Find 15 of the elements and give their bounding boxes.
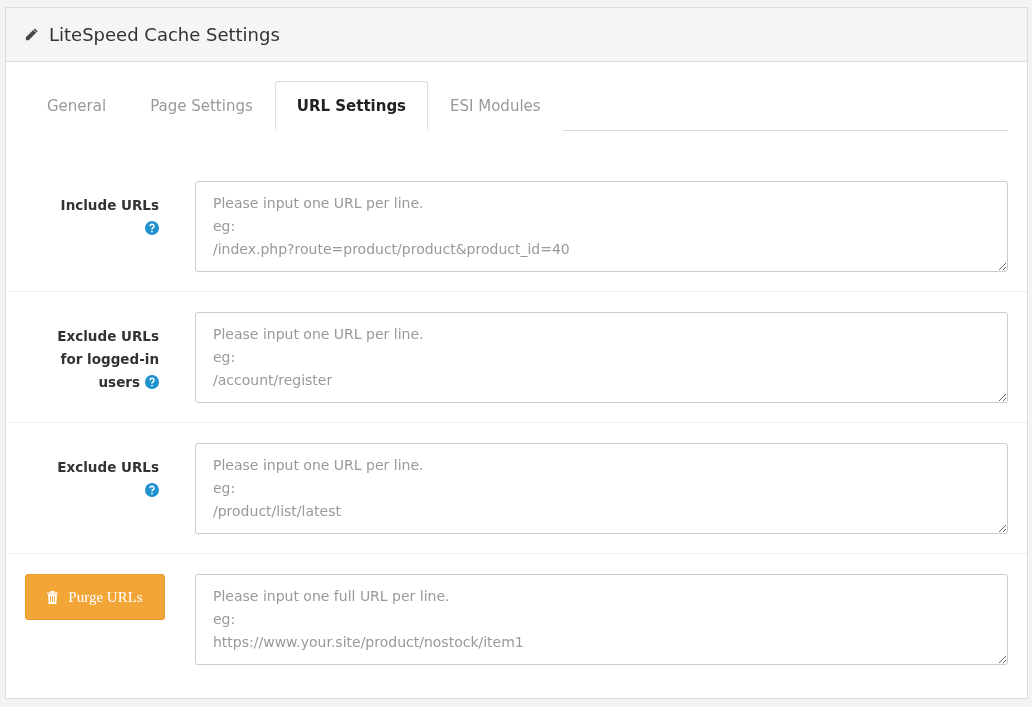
url-list-field[interactable]: Please input one URL per line. eg: /account/register [195, 312, 1008, 403]
url-list-field[interactable]: Please input one URL per line. eg: /index.php?route=product/product&product_id=40 [195, 181, 1008, 272]
url-list-field[interactable]: Please input one full URL per line. eg: https://www.your.site/product/nostock/item1 [195, 574, 1008, 665]
pencil-icon [24, 27, 39, 42]
help-icon[interactable] [145, 221, 159, 235]
help-icon[interactable] [145, 483, 159, 497]
help-icon[interactable] [145, 375, 159, 389]
field-label: Include URLs [45, 194, 159, 240]
purge-urls-button[interactable]: Purge URLs [25, 574, 165, 620]
trash-icon [47, 590, 59, 604]
tab[interactable]: URL Settings [274, 81, 429, 131]
field-label: Exclude URLs [45, 456, 159, 502]
panel-title: LiteSpeed Cache Settings [49, 24, 280, 45]
field-label: Exclude URLs for logged-in users [56, 327, 159, 392]
url-list-field[interactable]: Please input one URL per line. eg: /product/list/latest [195, 443, 1008, 534]
